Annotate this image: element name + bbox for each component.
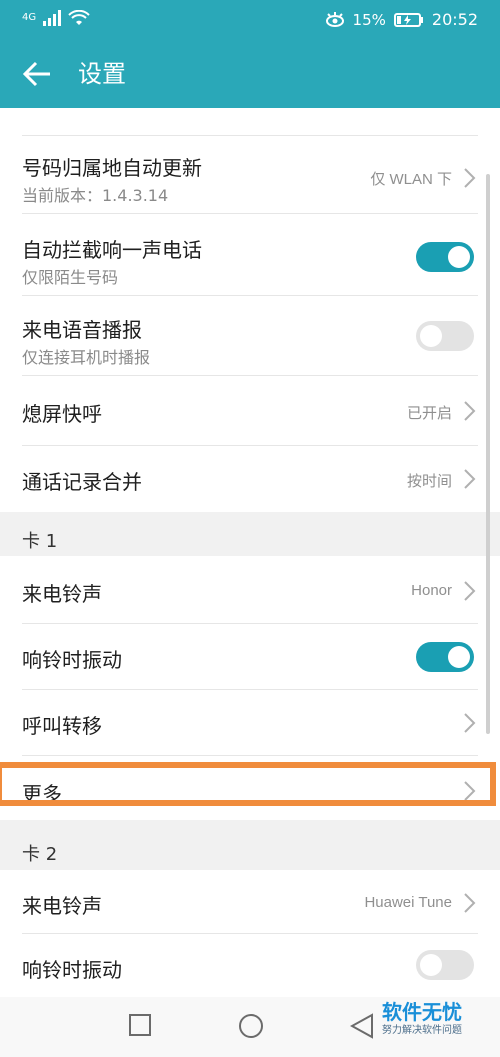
network-type: 4G (22, 12, 37, 23)
status-left: 4G (22, 10, 90, 26)
row-subtitle: 仅连接耳机时播报 (22, 348, 151, 367)
settings-list[interactable]: 号码归属地自动更新 当前版本：1.4.3.14 仅 WLAN 下 自动拦截响一声… (0, 108, 500, 997)
chevron-right-icon (464, 168, 476, 188)
chevron-right-icon (464, 893, 476, 913)
row-title: 响铃时振动 (22, 958, 122, 982)
card1-more-row[interactable]: 更多 (0, 756, 500, 820)
row-title: 自动拦截响一声电话 (22, 238, 202, 262)
row-value: Honor (411, 582, 452, 599)
clock: 20:52 (431, 10, 478, 29)
toggle-knob (420, 325, 442, 347)
battery-percent: 15% (352, 10, 386, 29)
number-location-update-row[interactable]: 号码归属地自动更新 当前版本：1.4.3.14 仅 WLAN 下 (0, 136, 500, 214)
signal-icon (43, 10, 62, 26)
title-bar: 设置 (0, 44, 500, 108)
scrollbar[interactable] (486, 174, 490, 734)
section-label: 卡 1 (22, 531, 58, 552)
chevron-right-icon (464, 469, 476, 489)
row-title: 更多 (22, 782, 62, 806)
row-subtitle: 仅限陌生号码 (22, 268, 119, 287)
card2-section-header: 卡 2 (0, 820, 500, 870)
card2-vibrate-row[interactable]: 响铃时振动 (0, 934, 500, 997)
watermark-title: 软件无忧 (382, 1000, 462, 1024)
voice-announce-toggle[interactable] (416, 321, 474, 351)
wifi-icon (68, 10, 90, 25)
watermark-subtitle: 努力解决软件问题 (382, 1025, 462, 1036)
row-title: 来电铃声 (22, 894, 102, 918)
chevron-right-icon (464, 581, 476, 601)
back-button[interactable] (22, 58, 54, 90)
home-icon[interactable] (238, 1013, 264, 1039)
page-title: 设置 (78, 60, 126, 88)
row-value: 仅 WLAN 下 (370, 171, 452, 188)
eye-comfort-icon (325, 11, 344, 27)
card2-ringtone-row[interactable]: 来电铃声 Huawei Tune (0, 870, 500, 934)
card1-vibrate-toggle[interactable] (416, 642, 474, 672)
merge-call-log-row[interactable]: 通话记录合并 按时间 (0, 446, 500, 512)
chevron-right-icon (464, 401, 476, 421)
status-bar: 4G 15% 20:52 (0, 0, 500, 44)
row-title: 响铃时振动 (22, 648, 122, 672)
card2-vibrate-toggle[interactable] (416, 950, 474, 980)
status-right: 15% 20:52 (325, 10, 478, 29)
toggle-knob (448, 646, 470, 668)
block-one-ring-toggle[interactable] (416, 242, 474, 272)
section-label: 卡 2 (22, 844, 58, 865)
row-title: 号码归属地自动更新 (22, 156, 202, 180)
row-title: 来电铃声 (22, 582, 102, 606)
row-title: 来电语音播报 (22, 318, 142, 342)
watermark-logo: 软件无忧 努力解决软件问题 (362, 1000, 482, 1038)
card1-section-header: 卡 1 (0, 512, 500, 556)
partial-row[interactable] (0, 108, 500, 136)
voice-announce-row[interactable]: 来电语音播报 仅连接耳机时播报 (0, 296, 500, 376)
recent-apps-icon[interactable] (128, 1013, 152, 1037)
row-value: 按时间 (406, 473, 452, 490)
row-title: 呼叫转移 (22, 714, 102, 738)
back-arrow-icon (22, 61, 50, 87)
screen-off-quick-call-row[interactable]: 熄屏快呼 已开启 (0, 376, 500, 446)
row-title: 熄屏快呼 (22, 402, 102, 426)
chevron-right-icon (464, 781, 476, 801)
card1-vibrate-row[interactable]: 响铃时振动 (0, 624, 500, 690)
row-subtitle: 当前版本：1.4.3.14 (22, 186, 169, 205)
row-title: 通话记录合并 (22, 470, 142, 494)
card1-call-forwarding-row[interactable]: 呼叫转移 (0, 690, 500, 756)
block-one-ring-row[interactable]: 自动拦截响一声电话 仅限陌生号码 (0, 214, 500, 296)
battery-charging-icon (393, 12, 423, 27)
row-value: 已开启 (406, 405, 452, 422)
card1-ringtone-row[interactable]: 来电铃声 Honor (0, 556, 500, 624)
row-value: Huawei Tune (364, 894, 452, 911)
toggle-knob (420, 954, 442, 976)
toggle-knob (448, 246, 470, 268)
chevron-right-icon (464, 713, 476, 733)
